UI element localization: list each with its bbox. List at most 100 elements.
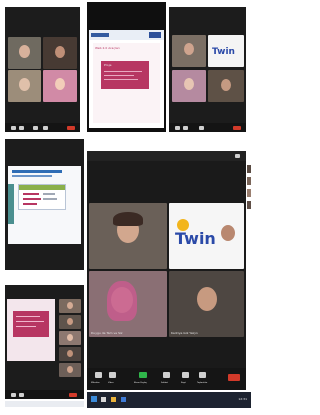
mic-label: Mikrofon (91, 382, 100, 384)
participant-tile[interactable] (89, 203, 167, 269)
slide-card-line (104, 79, 138, 80)
clock: 12:31 (238, 397, 247, 401)
mic-icon[interactable] (11, 126, 16, 130)
chat-label: Sohbet (161, 382, 169, 384)
browser-window: Web 2.0 Araçları Proje (89, 30, 164, 128)
camera-icon[interactable] (183, 126, 188, 130)
participant-hijab (107, 281, 137, 321)
logo-tile: Twin (208, 35, 244, 67)
participant-face (221, 225, 235, 241)
mic-icon[interactable] (11, 393, 16, 397)
slide-card-line (16, 326, 36, 327)
share-screen-label: Ekran Paylaş (134, 382, 147, 384)
document-table (18, 184, 66, 210)
record-label: Kayıt (181, 382, 187, 384)
slide-card-title: Proje (104, 63, 112, 67)
participant-face (197, 287, 217, 311)
meeting-toolbar (169, 123, 246, 132)
start-icon[interactable] (91, 396, 97, 402)
meetings-button[interactable] (199, 372, 206, 378)
end-call-button[interactable] (69, 393, 77, 397)
slide-card (13, 311, 49, 337)
share-screen-icon[interactable] (199, 126, 204, 130)
thumbnail[interactable] (247, 177, 251, 185)
meetings-label: Toplantılar (197, 382, 208, 384)
taskbar-app-icon[interactable] (121, 397, 126, 402)
participant-name: Kadriye Gül Yalçın (171, 331, 198, 335)
main-meeting-panel: Twin Duygu de Tam ve Siz Kadriye Gül Yal… (87, 151, 246, 390)
taskbar-app-icon[interactable] (111, 397, 116, 402)
header-logo (91, 33, 109, 37)
mic-button[interactable] (95, 372, 102, 378)
participant-tile[interactable] (59, 363, 81, 377)
taskbar-left (5, 401, 84, 407)
video-button[interactable] (109, 372, 116, 378)
participant-face (221, 79, 231, 91)
video-call-panel-3: Twin (169, 7, 246, 132)
participant-tile[interactable] (59, 299, 81, 313)
document-heading (12, 170, 62, 173)
slide-card: Proje (101, 61, 149, 89)
document-sidebar (8, 184, 14, 224)
participant-face (55, 78, 65, 90)
meeting-toolbar (5, 390, 84, 399)
thumbnail[interactable] (247, 165, 251, 173)
logo-tile: Twin (169, 203, 244, 269)
twin-logo: Twin (175, 229, 216, 248)
meeting-toolbar: Mikrofon Video Ekran Paylaş Sohbet Kayıt… (87, 368, 246, 390)
taskbar: 12:31 (87, 392, 251, 408)
header-logo-right (149, 32, 161, 38)
participant-face (184, 78, 194, 90)
chat-button[interactable] (163, 372, 170, 378)
taskbar-app-icon[interactable] (101, 397, 106, 402)
participant-face (184, 43, 194, 55)
slide-card-line (104, 71, 142, 72)
mic-icon[interactable] (175, 126, 180, 130)
participant-tile[interactable] (59, 347, 81, 361)
thumbnail[interactable] (247, 201, 251, 209)
end-call-button[interactable] (67, 126, 75, 130)
participant-tile[interactable] (8, 37, 41, 69)
participant-tile[interactable] (43, 70, 77, 102)
twin-logo: Twin (212, 47, 235, 57)
document-subheading (12, 175, 52, 177)
participant-tile[interactable] (43, 37, 77, 69)
window-topbar (87, 151, 246, 161)
participant-face (19, 45, 30, 58)
end-call-button[interactable] (228, 374, 240, 381)
slide-area (7, 299, 55, 361)
participant-tile[interactable] (59, 331, 81, 345)
view-icon[interactable] (235, 154, 240, 158)
slide-card-line (16, 321, 44, 322)
camera-icon[interactable] (19, 126, 24, 130)
thumbnail[interactable] (247, 189, 251, 197)
participant-face (19, 78, 30, 91)
camera-icon[interactable] (19, 393, 24, 397)
participant-tile[interactable] (172, 35, 206, 67)
participant-tile[interactable]: Duygu de Tam ve Siz (89, 271, 167, 337)
participant-tile[interactable] (8, 70, 41, 102)
slide-card-line (104, 75, 134, 76)
participant-tile[interactable] (208, 70, 244, 102)
record-button[interactable] (182, 372, 189, 378)
document-panel (5, 139, 84, 270)
chat-icon[interactable] (43, 126, 48, 130)
slide: Web 2.0 Araçları Proje (93, 43, 160, 123)
slide-card-line (16, 316, 40, 317)
end-call-button[interactable] (233, 126, 241, 130)
participant-tile[interactable] (59, 315, 81, 329)
participant-face (55, 46, 65, 58)
document-page (8, 166, 81, 244)
participant-tile[interactable]: Kadriye Gül Yalçın (169, 271, 244, 337)
slide-share-panel: Web 2.0 Araçları Proje (87, 2, 166, 132)
participant-hair (113, 212, 143, 226)
share-screen-button[interactable] (139, 372, 147, 378)
video-call-panel-1 (5, 7, 80, 132)
meeting-toolbar (5, 123, 80, 132)
slide-title: Web 2.0 Araçları (95, 46, 120, 50)
participant-name: Duygu de Tam ve Siz (91, 331, 123, 335)
presentation-panel (5, 285, 84, 399)
video-label: Video (108, 382, 114, 384)
participant-tile[interactable] (172, 70, 206, 102)
share-screen-icon[interactable] (33, 126, 38, 130)
